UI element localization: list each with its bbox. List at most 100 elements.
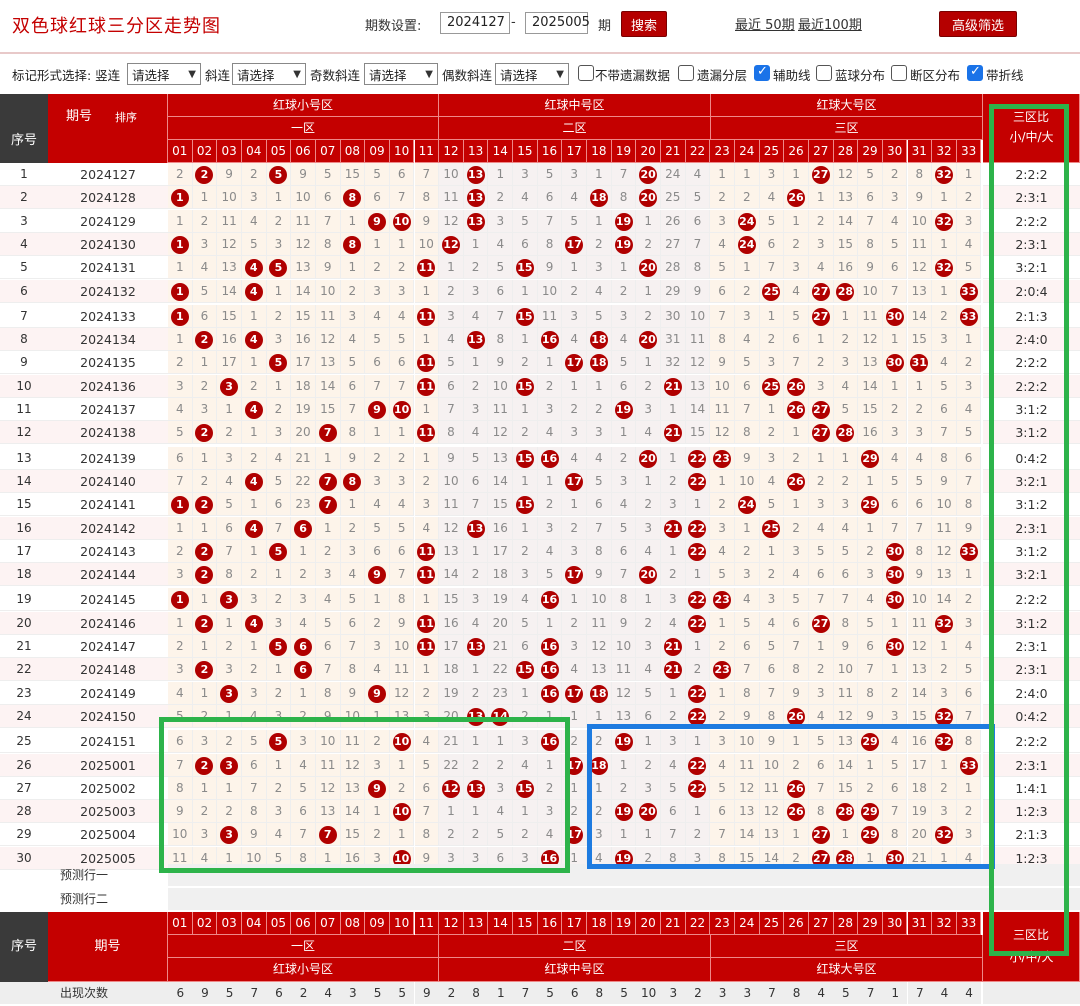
cell-3-27: 2 [808, 209, 834, 233]
checkbox-1[interactable] [578, 65, 594, 81]
checkbox-4[interactable] [816, 65, 832, 81]
cell-13-20: 20 [636, 446, 661, 470]
cell-17-15: 2 [513, 539, 538, 563]
drawn-ball: 28 [836, 282, 855, 301]
vertical-select[interactable]: 请选择 ▼ [127, 63, 201, 85]
cell-4-31: 11 [907, 232, 933, 256]
drawn-ball: 5 [269, 354, 288, 373]
cell-16-30: 7 [882, 516, 908, 540]
period-to-input[interactable]: 2025005 [525, 12, 590, 34]
drawn-ball: 23 [713, 591, 732, 610]
cell-19-33: 2 [956, 588, 982, 612]
sort-button[interactable]: 排序 [106, 108, 146, 128]
cell-4-30: 5 [882, 232, 908, 256]
cell-23-19: 12 [611, 681, 637, 705]
cell-11-11: 1 [414, 398, 440, 421]
checkbox-2[interactable] [678, 65, 694, 81]
cell-21-30: 30 [882, 635, 908, 658]
cell-14-29: 1 [858, 469, 883, 493]
row-seq-5: 5 [0, 256, 48, 280]
row-period-26: 2025001 [48, 753, 168, 777]
cell-11-26: 26 [784, 398, 809, 421]
cell-16-17: 2 [562, 516, 588, 540]
cell-18-17: 17 [562, 563, 588, 587]
cell-8-1: 1 [168, 328, 193, 352]
cell-3-8: 1 [340, 209, 366, 233]
checkbox-5[interactable] [891, 65, 907, 81]
cell-5-7: 9 [315, 256, 341, 280]
cell-5-27: 4 [808, 256, 834, 280]
cell-21-9: 3 [365, 635, 390, 658]
cell-7-28: 1 [833, 304, 859, 328]
cell-20-12: 16 [439, 611, 464, 635]
period-from-input[interactable]: 2024127 [440, 12, 510, 34]
cell-19-29: 4 [858, 588, 883, 612]
drawn-ball: 13 [466, 166, 485, 184]
cell-21-2: 1 [192, 635, 218, 658]
cell-8-6: 16 [291, 328, 316, 352]
cell-5-11: 11 [414, 256, 440, 280]
cell-21-5: 5 [266, 635, 292, 658]
even-slant-select[interactable]: 请选择 ▼ [495, 63, 569, 85]
advanced-filter-button[interactable]: 高级筛选 [939, 11, 1017, 37]
cell-5-33: 5 [956, 256, 982, 280]
odd-slant-select[interactable]: 请选择 ▼ [364, 63, 438, 85]
cell-10-1: 3 [168, 374, 193, 398]
cell-3-15: 5 [513, 209, 538, 233]
cell-7-2: 6 [192, 304, 218, 328]
cell-14-11: 2 [414, 469, 440, 493]
cell-17-17: 3 [562, 539, 588, 563]
cell-9-30: 30 [882, 351, 908, 375]
recent-50-link[interactable]: 最近 50期 [735, 14, 795, 33]
cell-21-25: 5 [759, 635, 785, 658]
drawn-ball: 32 [934, 259, 953, 278]
row-seq-6: 6 [0, 279, 48, 303]
drawn-ball: 7 [318, 424, 337, 443]
drawn-ball: 17 [565, 684, 584, 703]
cell-9-1: 2 [168, 351, 193, 375]
predict-row-2-area[interactable] [168, 888, 1080, 910]
cell-4-21: 27 [661, 232, 686, 256]
cell-21-17: 3 [562, 635, 588, 658]
cell-13-17: 4 [562, 446, 588, 470]
cell-19-19: 8 [611, 588, 637, 612]
checkbox-3[interactable] [754, 64, 770, 81]
row-period-5: 2024131 [48, 256, 168, 280]
cell-2-18: 18 [587, 186, 612, 210]
cell-22-5: 1 [266, 658, 292, 682]
chevron-down-icon: ▼ [293, 68, 301, 80]
cell-4-16: 8 [537, 232, 563, 256]
cell-8-26: 6 [784, 328, 809, 352]
cell-2-14: 2 [488, 186, 514, 210]
cell-23-3: 3 [217, 681, 242, 705]
drawn-ball: 6 [294, 661, 313, 680]
drawn-ball: 23 [713, 661, 732, 680]
cell-11-8: 7 [340, 398, 366, 421]
cell-11-19: 19 [611, 398, 637, 421]
cell-8-17: 4 [562, 328, 588, 352]
cell-14-30: 5 [882, 469, 908, 493]
cell-5-14: 5 [488, 256, 514, 280]
cell-8-21: 31 [661, 328, 686, 352]
slant-select[interactable]: 请选择 ▼ [232, 63, 306, 85]
cell-13-5: 4 [266, 446, 292, 470]
number-col-08: 08 [340, 140, 366, 163]
cell-12-19: 1 [611, 421, 637, 445]
count-1: 6 [168, 982, 193, 1004]
cell-3-2: 2 [192, 209, 218, 233]
count-26: 8 [784, 982, 809, 1004]
cell-6-20: 1 [636, 279, 661, 303]
cell-2-32: 1 [932, 186, 957, 210]
cell-19-12: 15 [439, 588, 464, 612]
cell-19-30: 30 [882, 588, 908, 612]
drawn-ball: 18 [589, 189, 608, 208]
cell-2-20: 20 [636, 186, 661, 210]
checkbox-6[interactable] [967, 64, 983, 81]
cell-6-1: 1 [168, 279, 193, 303]
footer-number-col-10: 10 [389, 912, 415, 935]
checkbox-label-6: 带折线 [986, 68, 1024, 83]
cell-23-1: 4 [168, 681, 193, 705]
recent-100-link[interactable]: 最近100期 [798, 14, 862, 33]
cell-22-26: 8 [784, 658, 809, 682]
search-button[interactable]: 搜索 [621, 11, 667, 37]
